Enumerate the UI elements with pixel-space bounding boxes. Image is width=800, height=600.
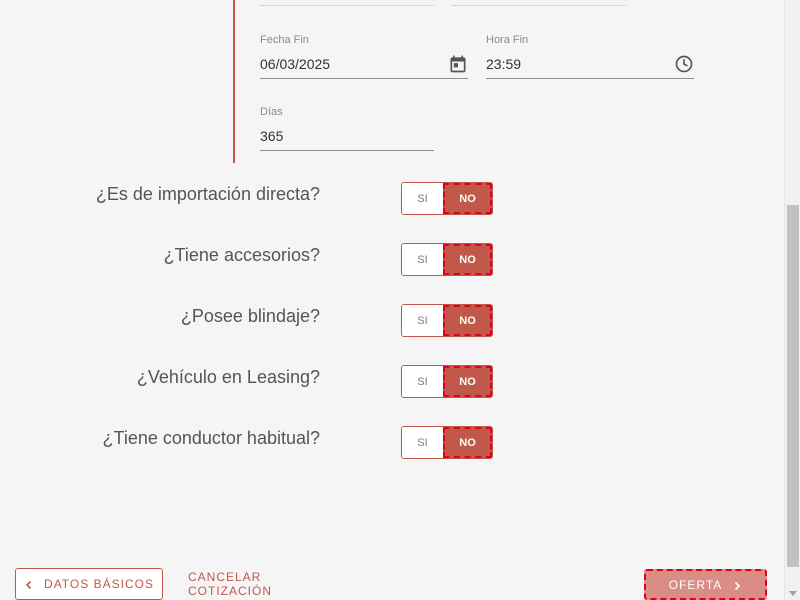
calendar-icon[interactable] [448,54,468,74]
datos-basicos-button[interactable]: DATOS BÁSICOS [15,568,163,600]
dias-label: Días [260,106,283,118]
fecha-fin-input[interactable]: 06/03/2025 [260,54,468,79]
importacion-toggle[interactable]: SI NO [401,182,493,215]
question-importacion-directa: ¿Es de importación directa? SI NO [0,182,800,216]
question-leasing: ¿Vehículo en Leasing? SI NO [0,365,800,399]
clock-icon[interactable] [674,54,694,74]
dias-value: 365 [260,128,284,144]
question-label: ¿Vehículo en Leasing? [136,367,320,387]
dias-input[interactable]: 365 [260,128,434,151]
question-accesorios: ¿Tiene accesorios? SI NO [0,243,800,277]
conductor-toggle[interactable]: SI NO [401,426,493,459]
oferta-label: OFERTA [668,577,723,592]
previous-field-underline [260,5,434,6]
previous-field-underline [452,5,626,6]
toggle-si-button[interactable]: SI [402,366,443,397]
hora-fin-value: 23:59 [486,56,522,72]
question-blindaje: ¿Posee blindaje? SI NO [0,304,800,338]
question-label: ¿Tiene accesorios? [163,245,320,265]
hora-fin-input[interactable]: 23:59 [486,54,694,79]
toggle-no-button[interactable]: NO [443,244,492,275]
question-label: ¿Posee blindaje? [180,306,320,326]
hora-fin-label: Hora Fin [486,34,529,46]
toggle-no-button[interactable]: NO [443,305,492,336]
accesorios-toggle[interactable]: SI NO [401,243,493,276]
cancelar-cotizacion-label: CANCELAR COTIZACIÓN [188,570,272,598]
leasing-toggle[interactable]: SI NO [401,365,493,398]
datos-basicos-label: DATOS BÁSICOS [44,577,154,591]
chevron-left-icon [24,579,34,590]
toggle-no-button[interactable]: NO [443,183,492,214]
scroll-down-arrow-icon[interactable] [789,591,797,596]
question-label: ¿Es de importación directa? [95,184,320,204]
hora-fin-field[interactable]: Hora Fin 23:59 [486,33,694,79]
question-conductor-habitual: ¿Tiene conductor habitual? SI NO [0,426,800,460]
dias-field[interactable]: Días 365 [260,105,434,151]
blindaje-toggle[interactable]: SI NO [401,304,493,337]
question-label: ¿Tiene conductor habitual? [102,428,320,448]
toggle-no-button[interactable]: NO [443,366,492,397]
toggle-no-button[interactable]: NO [443,427,492,458]
toggle-si-button[interactable]: SI [402,305,443,336]
oferta-button[interactable]: OFERTA [644,569,767,600]
cancelar-cotizacion-button[interactable]: CANCELAR COTIZACIÓN [188,568,340,600]
chevron-right-icon [732,580,742,590]
toggle-si-button[interactable]: SI [402,183,443,214]
quote-form-page: Fecha Fin 06/03/2025 Hora Fin 23:59 Días… [0,0,800,600]
vertical-scrollbar[interactable] [784,0,800,600]
toggle-si-button[interactable]: SI [402,427,443,458]
section-accent-line [233,0,235,163]
fecha-fin-value: 06/03/2025 [260,56,331,72]
fecha-fin-field[interactable]: Fecha Fin 06/03/2025 [260,33,468,79]
scrollbar-thumb[interactable] [787,205,799,567]
toggle-si-button[interactable]: SI [402,244,443,275]
fecha-fin-label: Fecha Fin [260,34,309,46]
